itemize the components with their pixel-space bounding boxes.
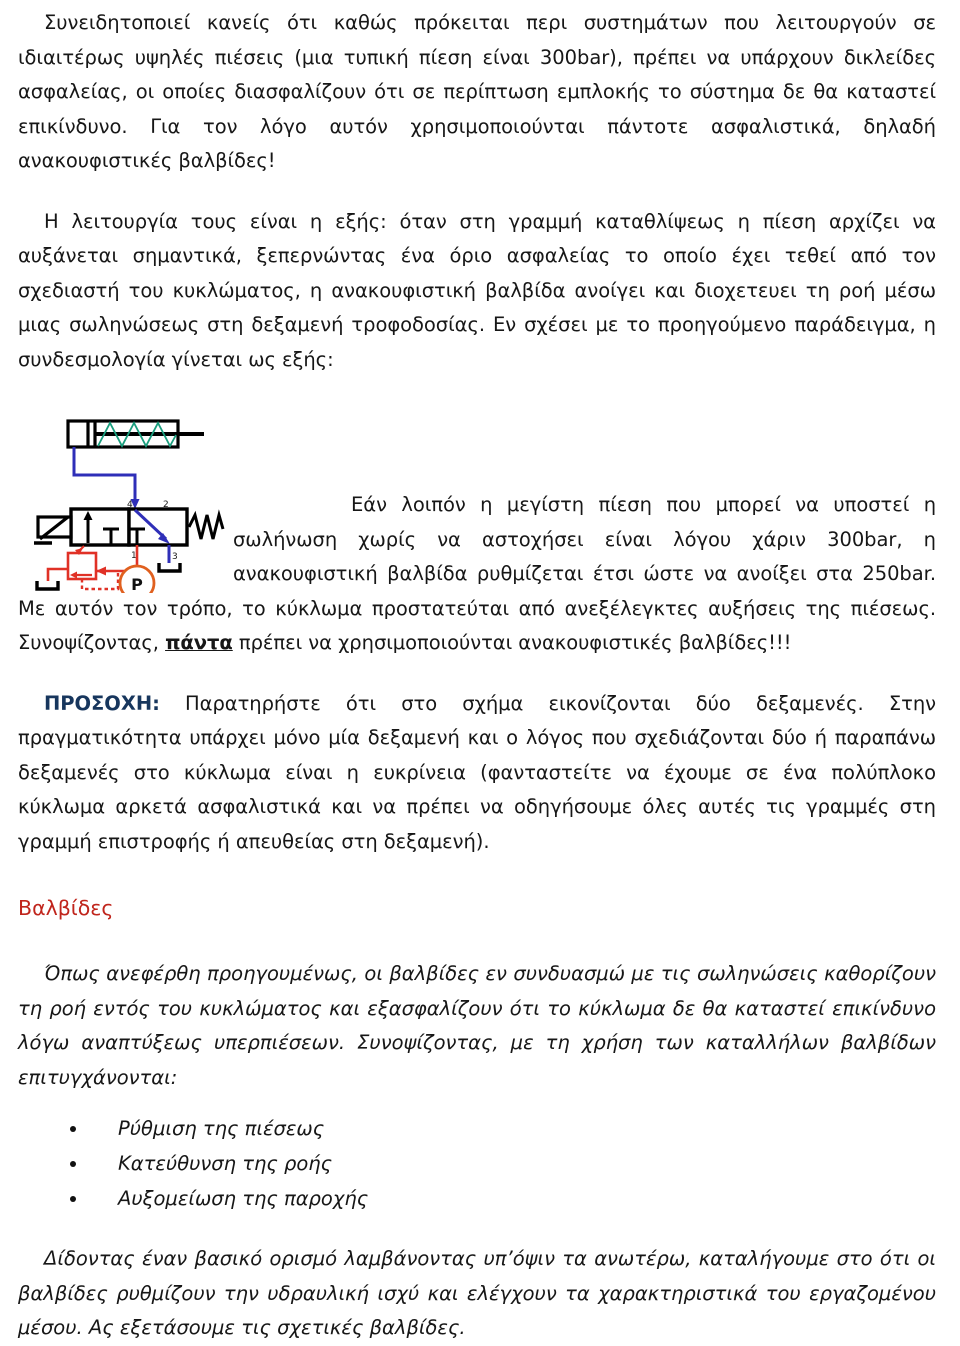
pump-label: P — [131, 575, 143, 593]
spring-return-icon — [187, 509, 225, 540]
list-item: Κατεύθυνση της ροής — [18, 1146, 936, 1181]
pump-symbol: P — [118, 564, 156, 593]
port-label-4: 4 — [127, 500, 133, 510]
cylinder-symbol — [66, 419, 204, 449]
page-title-valves: Βαλβίδες — [18, 896, 114, 920]
attention-body: Παρατηρήστε ότι στο σχήμα εικονίζονται δ… — [18, 691, 936, 853]
port-label-2: 2 — [163, 500, 169, 510]
paragraph-attention: ΠΡΟΣΟΧΗ: Παρατηρήστε ότι στο σχήμα εικον… — [18, 687, 936, 860]
attention-label: ΠΡΟΣΟΧΗ: — [44, 691, 160, 715]
paragraph-after-figure-emphasis: πάντα — [165, 631, 233, 654]
paragraph-intro: Συνειδητοποιεί κανείς ότι καθώς πρόκειτα… — [18, 11, 936, 172]
paragraph-closing: Δίδοντας έναν βασικό ορισμό λαμβάνοντας … — [18, 1247, 936, 1339]
hydraulic-circuit-figure: 4 2 1 3 P — [18, 413, 233, 593]
paragraph-operation: Η λειτουργία τους είναι η εξής: όταν στη… — [18, 209, 936, 371]
pressure-relief-valve — [35, 545, 120, 591]
document-page: Συνειδητοποιεί κανείς ότι καθώς πρόκειτα… — [0, 0, 960, 1339]
valve-functions-list: Ρύθμιση της πιέσεως Κατεύθυνση της ροής … — [18, 1111, 936, 1216]
lever-actuator-icon — [34, 515, 73, 545]
port-label-3: 3 — [172, 552, 178, 562]
circuit-diagram: 4 2 1 3 P — [32, 413, 242, 603]
figure-block: 4 2 1 3 P Εάν λοιπόν η μεγίστη πίεση που… — [18, 411, 936, 661]
paragraph-after-figure-part2: πρέπει να χρησιμοποιούνται ανακουφιστικέ… — [232, 631, 792, 654]
directional-control-valve — [34, 507, 225, 547]
paragraph-valves-intro: Όπως ανεφέρθη προηγουμένως, οι βαλβίδες … — [18, 962, 936, 1089]
list-item: Ρύθμιση της πιέσεως — [18, 1111, 936, 1146]
list-item: Αυξομείωση της παροχής — [18, 1181, 936, 1216]
